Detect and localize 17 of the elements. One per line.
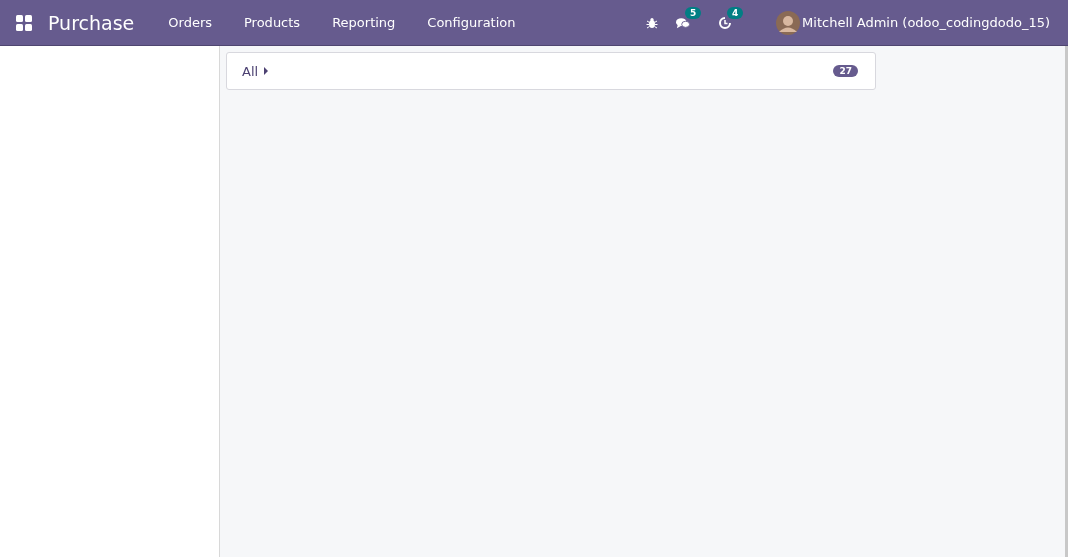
menu-item[interactable]: Configuration — [411, 0, 532, 46]
clock-icon[interactable] — [718, 15, 733, 30]
record-count: 27 — [833, 65, 858, 77]
avatar-icon[interactable] — [776, 10, 801, 35]
group-header[interactable]: All 27 — [226, 52, 876, 90]
group-label: All — [242, 63, 259, 79]
activity-count: 4 — [727, 6, 744, 19]
menu-item[interactable]: Orders — [152, 0, 228, 46]
menu-item[interactable]: Reporting — [316, 0, 412, 46]
bug-icon[interactable] — [646, 16, 659, 29]
user-name[interactable]: Mitchell Admin (odoo_codingdodo_15) — [802, 15, 1050, 30]
app-name[interactable]: Purchase — [48, 11, 135, 34]
chat-icon[interactable] — [676, 15, 691, 30]
caret-icon — [264, 67, 269, 75]
menu-item[interactable]: Products — [228, 0, 317, 46]
message-count: 5 — [685, 6, 702, 19]
apps-menu-icon[interactable] — [16, 14, 32, 31]
